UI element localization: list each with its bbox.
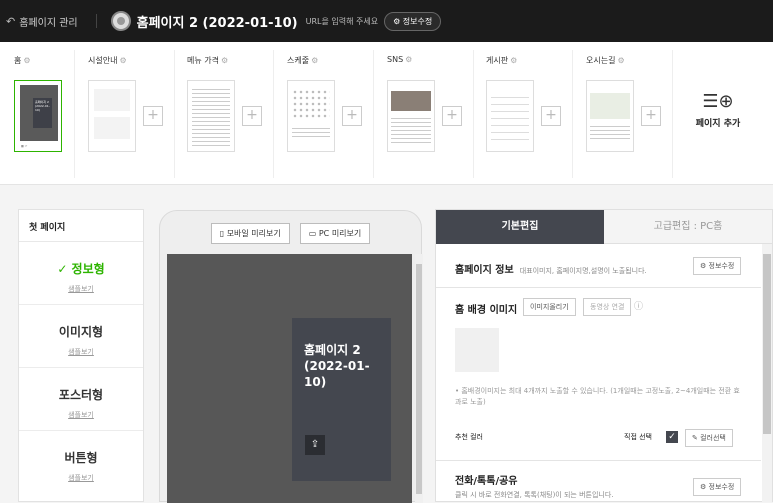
site-avatar	[110, 11, 131, 31]
divider	[473, 50, 474, 178]
page-thumb-board[interactable]	[486, 80, 534, 152]
page-thumb-directions[interactable]	[586, 80, 634, 152]
section-title: 홈페이지 정보	[455, 265, 514, 276]
type-item-image[interactable]: 이미지형 샘플보기	[19, 305, 143, 368]
background-image-section: 홈 배경 이미지 이미지올리기 동영상 연결 ⓘ • 홈배경이미지는 최대 4개…	[436, 288, 761, 461]
panel-title: 첫 페이지	[19, 210, 143, 242]
add-page-label: 페이지 추가	[695, 119, 741, 129]
home-info-card: 홈페이지 2 (2022-01-10) ⇪	[292, 318, 391, 481]
mobile-icon: ▯	[219, 229, 227, 238]
add-page-plus[interactable]: +	[342, 106, 362, 126]
page-thumb-home[interactable]: 홈페이지 2 (2022-01-10) ■ ⟳	[14, 80, 62, 152]
phone-preview: ▯ 모바일 미리보기 ▭ PC 미리보기 홈페이지 2 (2022-01-10)…	[159, 210, 423, 503]
tab-basic-edit[interactable]: 기본편집	[436, 210, 604, 244]
page-thumb-menu[interactable]	[187, 80, 235, 152]
monitor-icon: ▭	[308, 229, 319, 238]
bg-note: • 홈배경이미지는 최대 4개까지 노출할 수 있습니다. (1개일때는 고정노…	[455, 387, 740, 406]
add-page-button[interactable]: ☰⊕ 페이지 추가	[688, 90, 748, 129]
section-desc: 클릭 시 바로 전화연결, 톡톡(채팅)이 되는 버튼입니다.	[455, 491, 614, 499]
add-page-plus[interactable]: +	[541, 106, 561, 126]
type-item-info[interactable]: ✓ 정보형 샘플보기	[19, 242, 143, 305]
background-image-slot[interactable]	[455, 328, 499, 372]
divider	[672, 50, 673, 178]
add-page-icon: ☰⊕	[702, 91, 734, 112]
add-page-plus[interactable]: +	[242, 106, 262, 126]
sample-link[interactable]: 샘플보기	[19, 410, 143, 420]
edit-info-button[interactable]: ⚙ 정보수정	[384, 11, 442, 31]
mobile-preview-button[interactable]: ▯ 모바일 미리보기	[210, 223, 290, 244]
page-name: 오시는길 ⚙	[586, 56, 625, 65]
direct-select-label: 직접 선택	[624, 433, 652, 441]
tab-advanced-edit[interactable]: 고급편집 : PC홈	[604, 210, 772, 244]
gear-icon[interactable]: ⚙	[510, 56, 517, 65]
direct-select-checkbox[interactable]: ✓	[666, 431, 678, 443]
section-title: 홈 배경 이미지	[455, 305, 518, 316]
gear-icon[interactable]: ⚙	[311, 56, 318, 65]
divider	[273, 50, 274, 178]
type-name: 정보형	[71, 262, 105, 276]
recommended-color-label: 추천 컬러	[455, 433, 483, 441]
edit-info-button[interactable]: ⚙ 정보수정	[693, 257, 742, 275]
gear-icon[interactable]: ⚙	[23, 56, 30, 65]
top-bar: ↶ 홈페이지 관리 홈페이지 2 (2022-01-10) URL을 입력해 주…	[0, 0, 773, 42]
sample-link[interactable]: 샘플보기	[19, 473, 143, 483]
sample-link[interactable]: 샘플보기	[19, 284, 143, 294]
page-name: 시설안내 ⚙	[88, 56, 127, 65]
page-name: 스케줄 ⚙	[287, 56, 319, 65]
divider	[572, 50, 573, 178]
upload-image-button[interactable]: 이미지올리기	[523, 298, 576, 316]
type-name: 버튼형	[64, 451, 98, 465]
preview-screen: 홈페이지 2 (2022-01-10) ⇪	[167, 254, 423, 503]
page-name: 메뉴 가격 ⚙	[187, 56, 229, 65]
thumb-card-title: 홈페이지 2 (2022-01-10)	[33, 98, 52, 128]
gear-icon[interactable]: ⚙	[119, 56, 126, 65]
type-item-button[interactable]: 버튼형 샘플보기	[19, 431, 143, 494]
connect-video-button[interactable]: 동영상 연결	[583, 298, 632, 316]
section-title: 전화/톡톡/공유	[455, 476, 518, 487]
back-label: 홈페이지 관리	[19, 17, 78, 29]
sample-link[interactable]: 샘플보기	[19, 347, 143, 357]
page-thumb-schedule[interactable]	[287, 80, 335, 152]
type-name: 포스터형	[58, 388, 104, 402]
first-page-type-panel: 첫 페이지 ✓ 정보형 샘플보기 이미지형 샘플보기 포스터형 샘플보기 버튼형…	[18, 209, 144, 502]
edit-info-label: 정보수정	[402, 16, 433, 26]
page-thumb-facility[interactable]	[88, 80, 136, 152]
pencil-icon: ✎	[692, 434, 701, 442]
page-thumb-sns[interactable]	[387, 80, 435, 152]
pc-preview-button[interactable]: ▭ PC 미리보기	[299, 223, 371, 244]
pages-strip: 홈 ⚙ 홈페이지 2 (2022-01-10) ■ ⟳ 시설안내 ⚙ + 메뉴 가격…	[0, 42, 773, 185]
edit-contact-button[interactable]: ⚙ 정보수정	[693, 478, 742, 496]
url-hint[interactable]: URL을 입력해 주세요	[306, 16, 378, 27]
card-title: 홈페이지 2 (2022-01-10)	[304, 343, 370, 389]
gear-icon[interactable]: ⚙	[405, 55, 412, 64]
info-icon[interactable]: ⓘ	[634, 299, 643, 312]
add-page-plus[interactable]: +	[442, 106, 462, 126]
gear-icon[interactable]: ⚙	[617, 56, 624, 65]
gear-icon[interactable]: ⚙	[221, 56, 228, 65]
divider	[174, 50, 175, 178]
page-name: 게시판 ⚙	[486, 56, 518, 65]
page-name: SNS ⚙	[387, 55, 413, 64]
share-icon[interactable]: ⇪	[305, 435, 325, 455]
site-title: 홈페이지 2 (2022-01-10)	[136, 15, 298, 31]
divider	[373, 50, 374, 178]
section-desc: 대표이미지, 홈페이지명,설명이 노출됩니다.	[519, 267, 647, 275]
add-page-plus[interactable]: +	[641, 106, 661, 126]
preview-scrollbar[interactable]	[415, 254, 423, 503]
back-arrow-icon: ↶	[6, 14, 16, 28]
page-name: 홈 ⚙	[14, 56, 31, 65]
panel-scrollbar[interactable]	[762, 244, 772, 502]
contact-section: 전화/톡톡/공유 클릭 시 바로 전화연결, 톡톡(채팅)이 되는 버튼입니다.…	[436, 461, 761, 503]
type-item-poster[interactable]: 포스터형 샘플보기	[19, 368, 143, 431]
back-to-management-link[interactable]: ↶ 홈페이지 관리	[0, 0, 78, 42]
divider	[74, 50, 75, 178]
edit-panel: 기본편집 고급편집 : PC홈 홈페이지 정보 대표이미지, 홈페이지명,설명이 …	[435, 209, 773, 502]
homepage-info-section: 홈페이지 정보 대표이미지, 홈페이지명,설명이 노출됩니다. ⚙ 정보수정	[436, 244, 761, 288]
type-name: 이미지형	[58, 325, 104, 339]
color-select-button[interactable]: ✎ 컬러선택	[685, 429, 733, 447]
check-icon: ✓	[57, 262, 72, 276]
add-page-plus[interactable]: +	[143, 106, 163, 126]
divider	[95, 14, 97, 28]
